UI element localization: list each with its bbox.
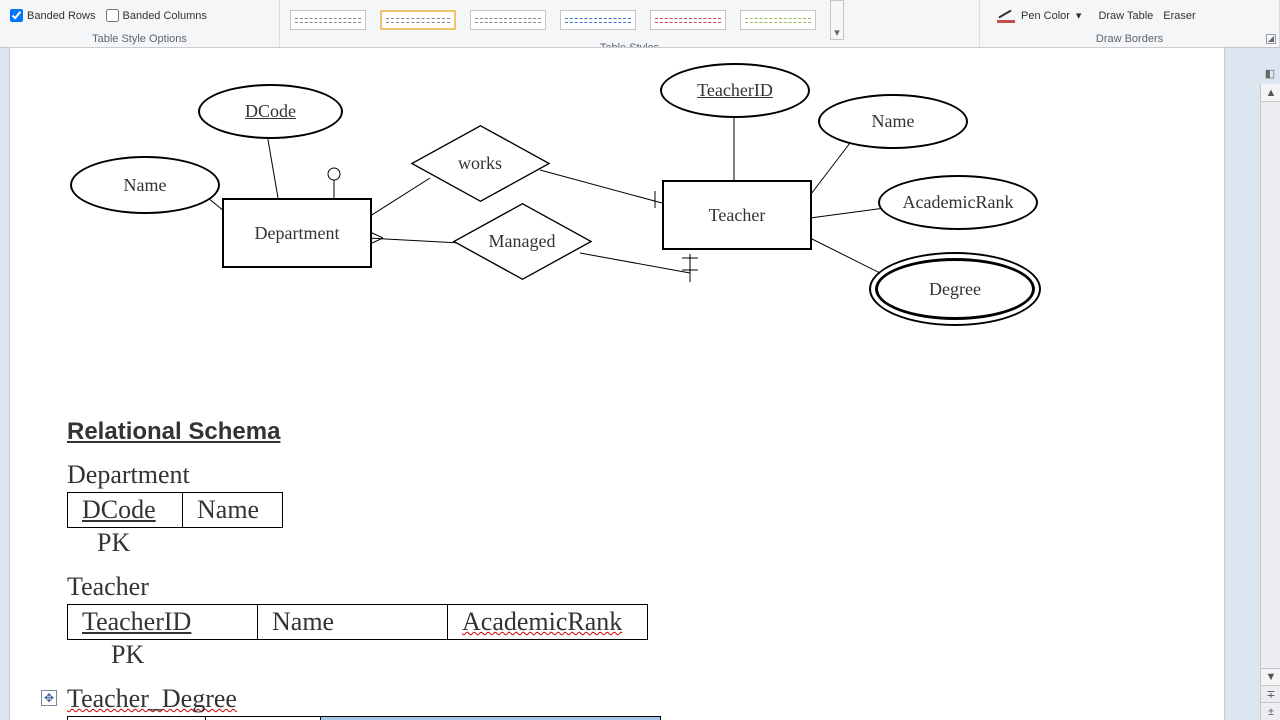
teacher-col-rank: AcademicRank [462, 607, 622, 636]
banded-columns-checkbox[interactable]: Banded Columns [106, 9, 207, 22]
dept-col-dcode: DCode [82, 495, 156, 524]
teacher-col-id: TeacherID [82, 607, 191, 636]
scroll-up-arrow-icon[interactable]: ▲ [1261, 84, 1280, 102]
banded-rows-checkbox[interactable]: Banded Rows [10, 9, 96, 22]
banded-columns-label: Banded Columns [123, 10, 207, 22]
table-style-thumbnail[interactable] [650, 10, 726, 30]
ruler-toggle-icon[interactable]: ◧ [1260, 62, 1280, 84]
ribbon: Banded Rows Banded Columns Table Style O… [0, 0, 1280, 48]
td-empty-selected-cell[interactable] [321, 717, 661, 720]
pen-color-dropdown[interactable]: Pen Color ▾ [990, 6, 1088, 26]
vertical-scrollbar[interactable]: ▲ ▼ ∓ ± [1260, 84, 1280, 720]
erd-attr-teacherid: TeacherID [660, 63, 810, 118]
erd-attr-dcode: DCode [198, 84, 343, 139]
banded-rows-label: Banded Rows [27, 10, 96, 22]
table-style-thumbnail[interactable] [740, 10, 816, 30]
schema-table-name-teacher: Teacher [67, 572, 1167, 602]
table-anchor-icon[interactable]: ✥ [41, 690, 57, 706]
table-style-thumbnail-selected[interactable] [380, 10, 456, 30]
er-diagram: Name DCode Department works Managed Teac… [10, 48, 1224, 378]
erd-attr-name-teacher: Name [818, 94, 968, 149]
erd-relationship-works: works [420, 118, 540, 208]
dialog-launcher-icon[interactable]: ◢ [1266, 34, 1276, 44]
eraser-button[interactable]: Eraser [1163, 10, 1195, 22]
pen-color-label: Pen Color [1021, 10, 1070, 22]
draw-table-button[interactable]: Draw Table [1098, 10, 1153, 22]
table-styles-more-button[interactable]: ▾ [830, 0, 844, 40]
scroll-down-arrow-icon[interactable]: ▼ [1261, 668, 1280, 686]
table-style-thumbnail[interactable] [560, 10, 636, 30]
ribbon-group-draw-borders: Pen Color ▾ Draw Table Eraser Draw Borde… [980, 0, 1280, 47]
ribbon-group-table-styles: ▾ Table Styles [280, 0, 980, 47]
table-style-thumbnail[interactable] [290, 10, 366, 30]
document-viewport: Name DCode Department works Managed Teac… [0, 48, 1280, 720]
erd-attr-name-dept: Name [70, 156, 220, 214]
schema-table-name-teacher-degree: Teacher_Degree [67, 684, 1167, 714]
banded-columns-box[interactable] [106, 9, 119, 22]
ribbon-group-table-style-options: Banded Rows Banded Columns Table Style O… [0, 0, 280, 47]
erd-attr-academic-rank: AcademicRank [878, 175, 1038, 230]
teacher-col-name: Name [272, 607, 334, 636]
schema-table-teacher-degree[interactable]: TeacherID Degree [67, 716, 661, 720]
banded-rows-box[interactable] [10, 9, 23, 22]
ribbon-group-label-borders: Draw Borders [990, 31, 1269, 47]
table-style-thumbnail[interactable] [470, 10, 546, 30]
erd-connectors [10, 48, 1224, 378]
erd-entity-department: Department [222, 198, 372, 268]
pen-icon [997, 9, 1015, 23]
erd-attr-degree-multivalued: Degree [875, 258, 1035, 320]
schema-table-name-department: Department [67, 460, 1167, 490]
erd-relationship-managed: Managed [462, 196, 582, 286]
schema-table-teacher: TeacherID Name AcademicRank [67, 604, 648, 640]
document-page[interactable]: Name DCode Department works Managed Teac… [10, 48, 1224, 720]
ribbon-group-label-options: Table Style Options [10, 31, 269, 47]
relational-schema-section: Relational Schema Department DCode Name … [67, 418, 1167, 720]
prev-page-icon[interactable]: ∓ [1261, 686, 1280, 703]
erd-entity-teacher: Teacher [662, 180, 812, 250]
next-page-icon[interactable]: ± [1261, 703, 1280, 720]
dept-pk-label: PK [67, 528, 1167, 558]
schema-heading: Relational Schema [67, 418, 1167, 446]
chevron-down-icon: ▾ [1076, 9, 1082, 22]
schema-table-department: DCode Name [67, 492, 283, 528]
teacher-pk-label: PK [67, 640, 1167, 670]
dept-col-name: Name [197, 495, 259, 524]
